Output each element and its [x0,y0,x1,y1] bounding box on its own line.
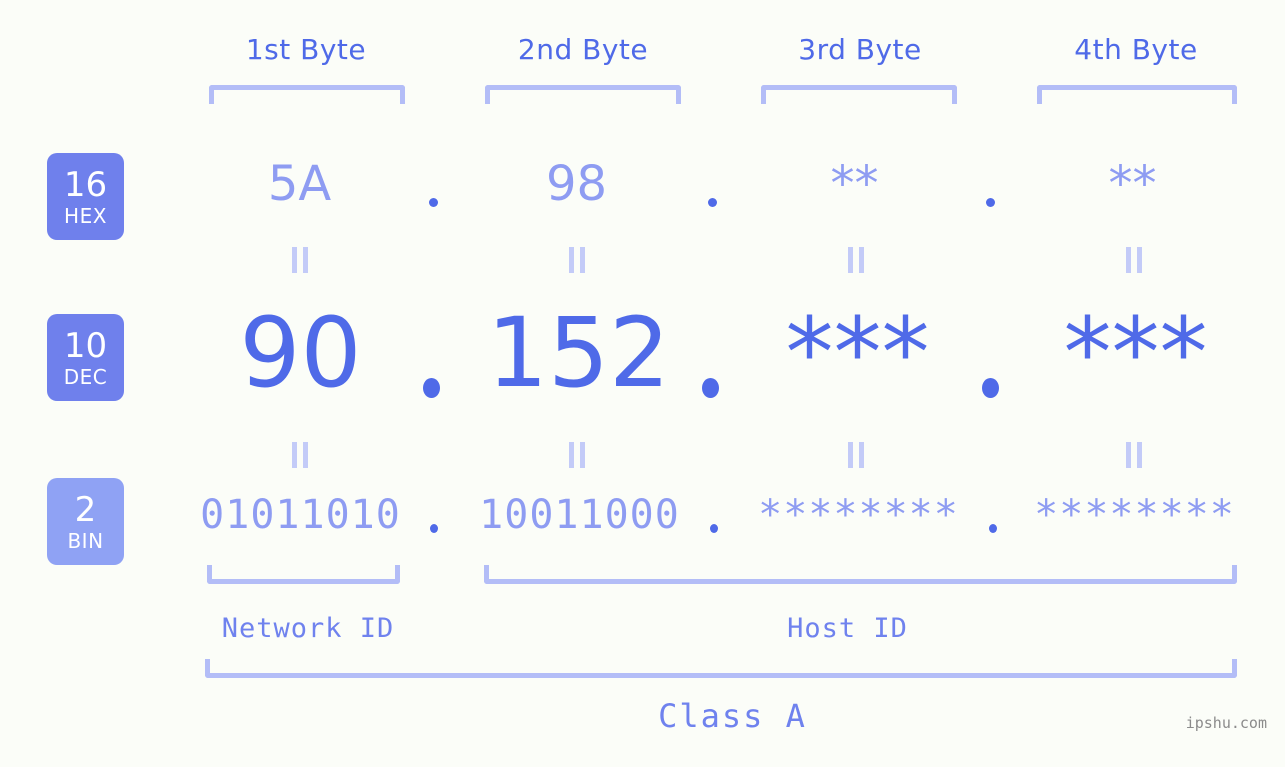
base-badge-dec-name: DEC [63,364,108,389]
hex-byte-2: 98 [545,156,608,212]
hex-separator-dot-2 [708,198,717,207]
bin-separator-dot-2 [710,524,718,533]
equality-mark-dec-bin-4 [1123,442,1145,468]
hex-separator-dot-3 [986,198,995,207]
hex-byte-4: ** [1108,156,1157,212]
bin-byte-1: 01011010 [200,492,401,538]
bin-byte-4: ******** [1034,492,1235,538]
base-badge-hex-name: HEX [64,203,107,228]
byte-bracket-top-2 [485,85,681,104]
base-badge-hex-number: 16 [63,164,108,205]
equality-mark-dec-bin-1 [289,442,311,468]
dec-separator-dot-3 [982,378,999,398]
byte-header-3: 3rd Byte [798,33,922,66]
base-badge-dec: 10 DEC [47,314,124,401]
dec-byte-4: *** [1063,297,1208,409]
bin-separator-dot-3 [989,524,997,533]
byte-bracket-top-4 [1037,85,1237,104]
class-bracket [205,659,1237,678]
equality-mark-hex-dec-2 [566,247,588,273]
bin-separator-dot-1 [430,524,438,533]
host-id-label: Host ID [787,613,908,644]
equality-mark-dec-bin-2 [566,442,588,468]
network-id-label: Network ID [221,613,395,644]
hex-byte-1: 5A [267,156,332,212]
host-id-bracket [484,565,1237,584]
equality-mark-dec-bin-3 [845,442,867,468]
hex-byte-3: ** [830,156,879,212]
byte-header-2: 2nd Byte [517,33,649,66]
ip-address-breakdown-diagram: 1st Byte 2nd Byte 3rd Byte 4th Byte 16 H… [0,0,1285,767]
dec-separator-dot-1 [423,378,440,398]
dec-byte-1: 90 [239,297,362,409]
equality-mark-hex-dec-1 [289,247,311,273]
base-badge-bin-name: BIN [67,528,104,553]
equality-mark-hex-dec-4 [1123,247,1145,273]
hex-separator-dot-1 [429,198,438,207]
class-label: Class A [658,697,807,735]
bin-byte-2: 10011000 [479,492,680,538]
base-badge-hex: 16 HEX [47,153,124,240]
site-watermark: ipshu.com [1185,714,1267,732]
bin-byte-3: ******** [758,492,959,538]
dec-separator-dot-2 [702,378,719,398]
byte-header-1: 1st Byte [245,33,367,66]
base-badge-bin-number: 2 [74,489,97,530]
dec-byte-2: 152 [486,297,671,409]
network-id-bracket [207,565,400,584]
byte-bracket-top-1 [209,85,405,104]
base-badge-dec-number: 10 [63,325,108,366]
equality-mark-hex-dec-3 [845,247,867,273]
byte-header-4: 4th Byte [1074,33,1198,66]
dec-byte-3: *** [785,297,930,409]
base-badge-bin: 2 BIN [47,478,124,565]
byte-bracket-top-3 [761,85,957,104]
